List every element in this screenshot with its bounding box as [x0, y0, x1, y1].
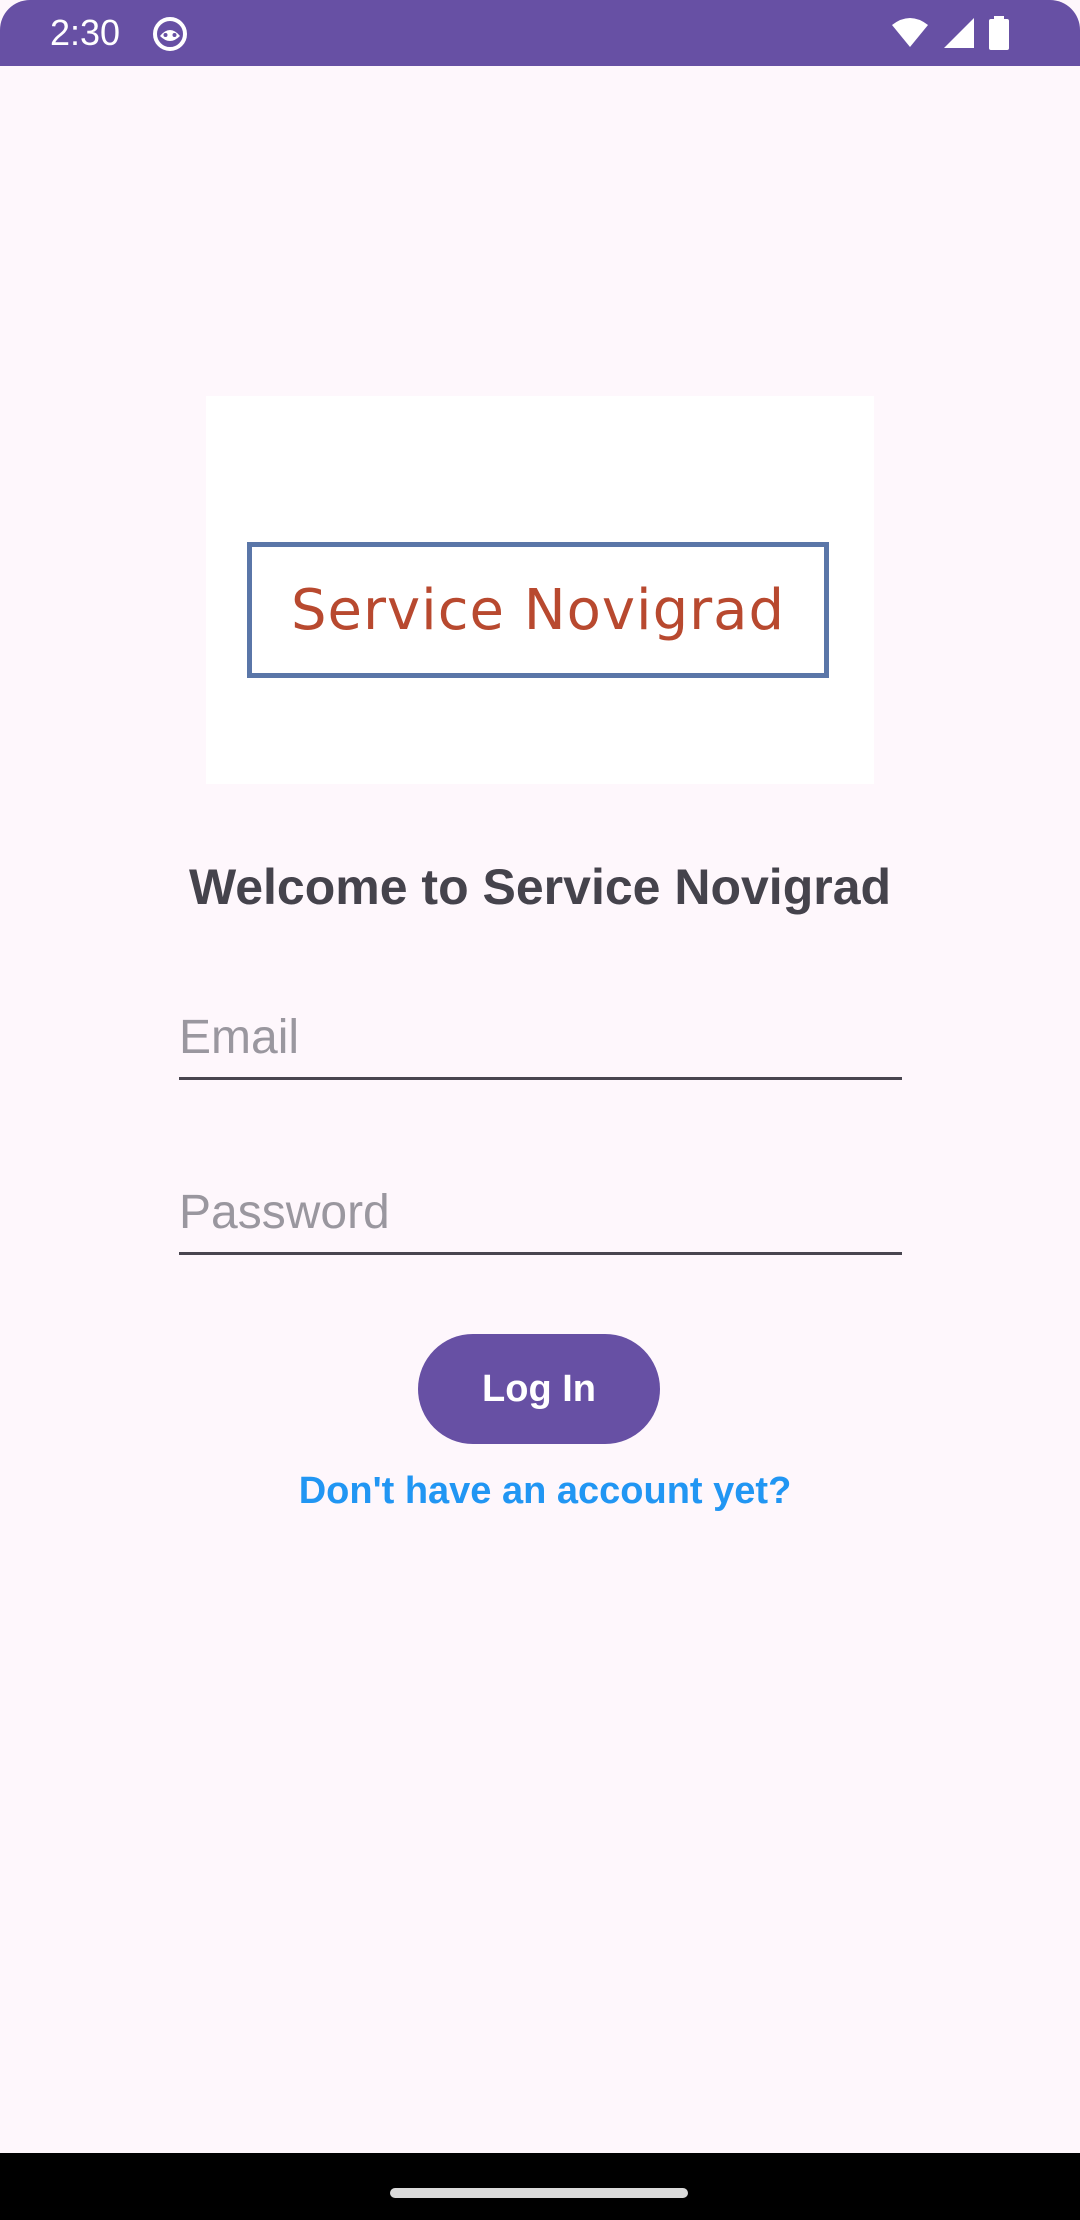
- password-field[interactable]: [179, 1173, 902, 1255]
- logo-text: Service Novigrad: [290, 577, 786, 643]
- cell-signal-icon: [944, 18, 974, 48]
- status-icons: [890, 16, 1010, 50]
- logo-frame: Service Novigrad: [247, 542, 829, 678]
- status-time: 2:30: [50, 12, 121, 53]
- app-logo: Service Novigrad: [206, 396, 874, 784]
- android-face-icon: [153, 17, 187, 51]
- battery-icon: [989, 16, 1009, 50]
- wifi-icon: [892, 18, 928, 47]
- home-handle[interactable]: [390, 2188, 688, 2198]
- email-field[interactable]: [179, 998, 902, 1080]
- login-button[interactable]: Log In: [418, 1334, 660, 1444]
- page-title: Welcome to Service Novigrad: [188, 859, 892, 915]
- navigation-bar: [0, 2153, 1080, 2220]
- status-bar: 2:30: [0, 0, 1080, 66]
- signup-link[interactable]: Don't have an account yet?: [0, 1465, 1080, 1517]
